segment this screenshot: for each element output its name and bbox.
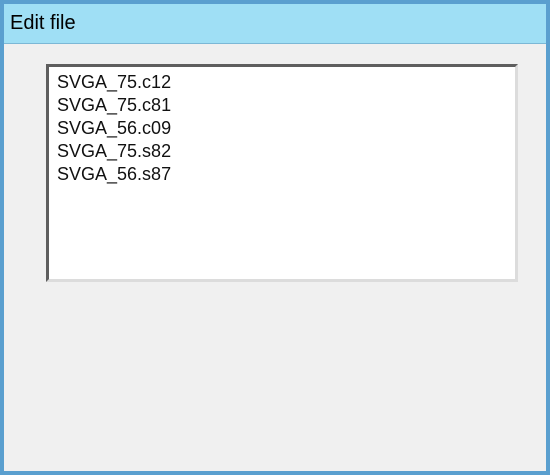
file-listbox[interactable]: SVGA_75.c12 SVGA_75.c81 SVGA_56.c09 SVGA… (46, 64, 518, 282)
list-item[interactable]: SVGA_75.s82 (57, 140, 515, 163)
file-list: SVGA_75.c12 SVGA_75.c81 SVGA_56.c09 SVGA… (49, 67, 515, 186)
title-bar[interactable]: Edit file (4, 4, 546, 44)
window-title: Edit file (10, 12, 76, 34)
list-item[interactable]: SVGA_75.c81 (57, 94, 515, 117)
list-item[interactable]: SVGA_75.c12 (57, 71, 515, 94)
list-item[interactable]: SVGA_56.s87 (57, 163, 515, 186)
list-item[interactable]: SVGA_56.c09 (57, 117, 515, 140)
edit-file-window: Edit file SVGA_75.c12 SVGA_75.c81 SVGA_5… (0, 0, 550, 475)
